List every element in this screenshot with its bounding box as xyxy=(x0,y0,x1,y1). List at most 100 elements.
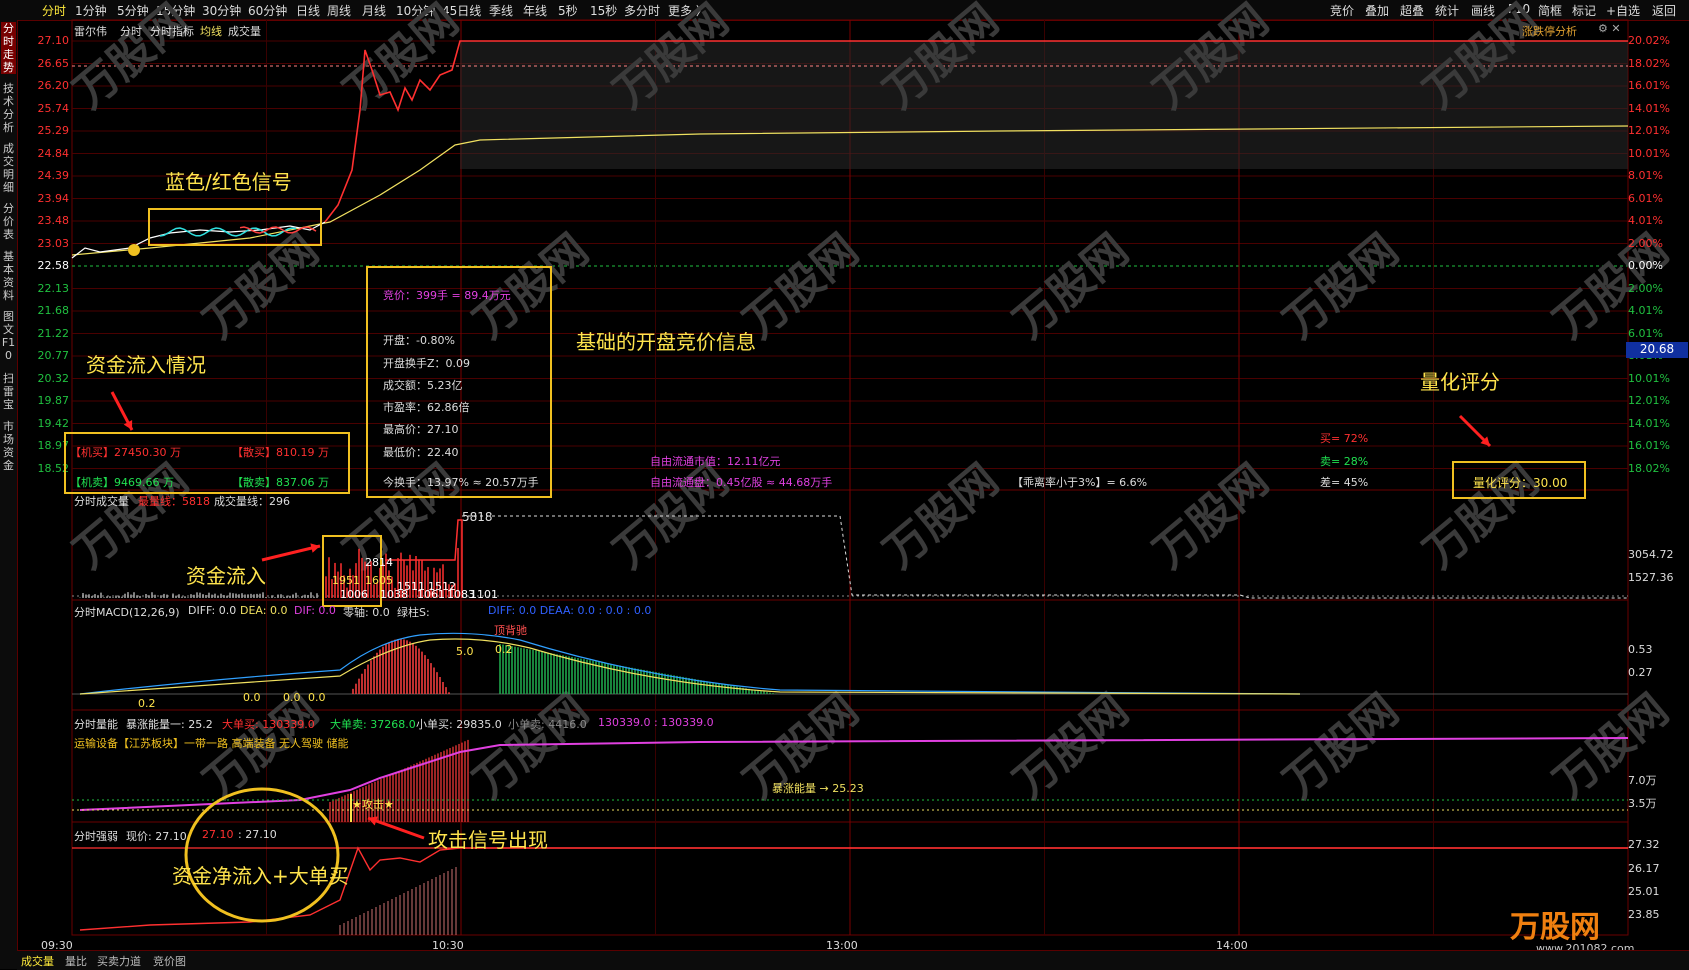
macd-diff: DIFF: 0.0 xyxy=(188,604,236,617)
strength-v1: 27.10 xyxy=(202,828,234,841)
price-tick: 23.03 xyxy=(19,237,69,250)
current-price-tag: 20.68 xyxy=(1626,342,1688,358)
strength-now: 现价: 27.10 xyxy=(126,828,187,844)
price-tick: 20.77 xyxy=(19,349,69,362)
limit-analysis-link[interactable]: 涨跌停分析 xyxy=(1522,23,1577,39)
macd-title: 分时MACD(12,26,9) xyxy=(74,604,180,620)
price-tick: 18.97 xyxy=(19,439,69,452)
percent-tick: 8.01% xyxy=(1628,169,1663,182)
percent-tick: 18.02% xyxy=(1628,462,1670,475)
macd-zero: 零轴: 0.0 xyxy=(343,604,390,620)
macd-mark-5: 5.0 xyxy=(456,645,474,658)
macd-dif2: DIF: 0.0 xyxy=(294,604,336,617)
macd-diff-line xyxy=(80,633,1300,694)
vol-label-5: 1605 xyxy=(365,574,393,587)
percent-tick: 0.00% xyxy=(1628,259,1663,272)
attack-label: ★攻击★ xyxy=(352,796,394,812)
watermark-text: 万股网 xyxy=(874,455,1008,579)
macd-tick-1: 0.53 xyxy=(1628,643,1653,656)
percent-tick: 10.01% xyxy=(1628,372,1670,385)
energy-title: 分时量能 xyxy=(74,716,118,732)
macd-mark-4: 0.0 xyxy=(308,691,326,704)
percent-tick: 2.00% xyxy=(1628,237,1663,250)
liutong-pan: 自由流通盘：0.45亿股 ≈ 44.68万手 xyxy=(650,474,832,490)
jigou-sell: 【机卖】9469.66 万 xyxy=(70,474,174,490)
vol-label-8: 1038 xyxy=(380,588,408,601)
percent-tick: 14.01% xyxy=(1628,102,1670,115)
main-title-item-3[interactable]: 均线 xyxy=(200,23,222,39)
percent-tick: 14.01% xyxy=(1628,417,1670,430)
price-tick: 24.39 xyxy=(19,169,69,182)
strength-v2: : 27.10 xyxy=(238,828,277,841)
auction-jinhuanshou: 今换手：13.97% ≈ 20.57万手 xyxy=(383,474,539,490)
strength-tick-2: 26.17 xyxy=(1628,862,1660,875)
stock-name: 雷尔伟 xyxy=(74,23,107,39)
annotation-arrowhead xyxy=(310,543,320,552)
price-tick: 26.20 xyxy=(19,79,69,92)
strength-title: 分时强弱 xyxy=(74,828,118,844)
liutong-shizhi: 自由流通市值：12.11亿元 xyxy=(650,453,781,469)
main-title-item-4[interactable]: 成交量 xyxy=(228,23,261,39)
annotation-arrow xyxy=(262,546,320,560)
percent-tick: 6.01% xyxy=(1628,327,1663,340)
price-tick: 21.68 xyxy=(19,304,69,317)
watermark-text: 万股网 xyxy=(1144,455,1278,579)
price-tick: 22.13 xyxy=(19,282,69,295)
settings-icon[interactable]: ⚙ ✕ xyxy=(1598,22,1621,35)
strength-tick-1: 27.32 xyxy=(1628,838,1660,851)
sanhu-buy: 【散买】810.19 万 xyxy=(232,444,329,460)
energy-item-4: 小单买: 29835.0 xyxy=(416,716,502,732)
auction-huanshou-z: 开盘换手Z：0.09 xyxy=(383,355,470,371)
annotation-circle xyxy=(186,789,338,921)
bottom-tabs: 成交量 量比 买卖力道 竞价图 xyxy=(17,950,1689,970)
percent-tick: 2.00% xyxy=(1628,282,1663,295)
anno-auction-info: 基础的开盘竞价信息 xyxy=(576,326,756,355)
btab-maimai[interactable]: 买卖力道 xyxy=(97,953,141,969)
macd-dea: DEA: 0.0 xyxy=(240,604,287,617)
watermark-text: 万股网 xyxy=(1004,685,1138,809)
percent-tick: 12.01% xyxy=(1628,394,1670,407)
btab-volume[interactable]: 成交量 xyxy=(21,953,54,969)
btab-jingjia[interactable]: 竞价图 xyxy=(153,953,186,969)
energy-item-5: 小单卖: 4416.0 xyxy=(508,716,587,732)
percent-tick: 4.01% xyxy=(1628,304,1663,317)
volume-title-c: 成交量线：296 xyxy=(214,493,290,509)
price-tick: 19.87 xyxy=(19,394,69,407)
vol-label-9: 1006 xyxy=(340,588,368,601)
price-tick: 25.74 xyxy=(19,102,69,115)
price-tick: 24.84 xyxy=(19,147,69,160)
macd-mark-6: 0.2 xyxy=(495,643,513,656)
price-tick: 23.48 xyxy=(19,214,69,227)
anno-score: 量化评分 xyxy=(1420,366,1500,395)
auction-zuigao: 最高价：27.10 xyxy=(383,421,459,437)
auction-shiying: 市盈率：62.86倍 xyxy=(383,399,470,415)
sector-tags: 运输设备【江苏板块】一带一路 高端装备 无人驾驶 储能 xyxy=(74,735,349,751)
watermark-text: 万股网 xyxy=(1274,685,1408,809)
price-tick: 21.22 xyxy=(19,327,69,340)
price-tick: 26.65 xyxy=(19,57,69,70)
kaipan-dot xyxy=(128,244,140,256)
sell-percent: 卖= 28% xyxy=(1320,453,1368,469)
macd-mark-1: 0.2 xyxy=(138,697,156,710)
percent-tick: 16.01% xyxy=(1628,79,1670,92)
anno-fund-in: 资金流入 xyxy=(186,560,266,589)
sanhu-sell: 【散卖】837.06 万 xyxy=(232,474,329,490)
macd-dea-line xyxy=(80,639,1300,694)
price-tick: 23.94 xyxy=(19,192,69,205)
percent-tick: 10.01% xyxy=(1628,147,1670,160)
anno-net-in: 资金净流入+大单买 xyxy=(172,860,349,889)
macd-tick-2: 0.27 xyxy=(1628,666,1653,679)
vol-label-2: 1951 xyxy=(332,574,360,587)
btab-liangbi[interactable]: 量比 xyxy=(65,953,87,969)
quant-score: 量化评分：30.00 xyxy=(1473,474,1567,491)
main-title-item-1[interactable]: 分时 xyxy=(120,23,142,39)
main-title-item-2[interactable]: 分时指标 xyxy=(150,23,194,39)
macd-mark-2: 0.0 xyxy=(243,691,261,704)
watermark-text: 万股网 xyxy=(1544,685,1678,809)
buy-percent: 买= 72% xyxy=(1320,430,1368,446)
energy-label: 暴涨能量 → 25.23 xyxy=(772,780,864,796)
auction-zuidi: 最低价：22.40 xyxy=(383,444,459,460)
vol-tick-2: 1527.36 xyxy=(1628,571,1674,584)
percent-tick: 6.01% xyxy=(1628,192,1663,205)
percent-tick: 12.01% xyxy=(1628,124,1670,137)
